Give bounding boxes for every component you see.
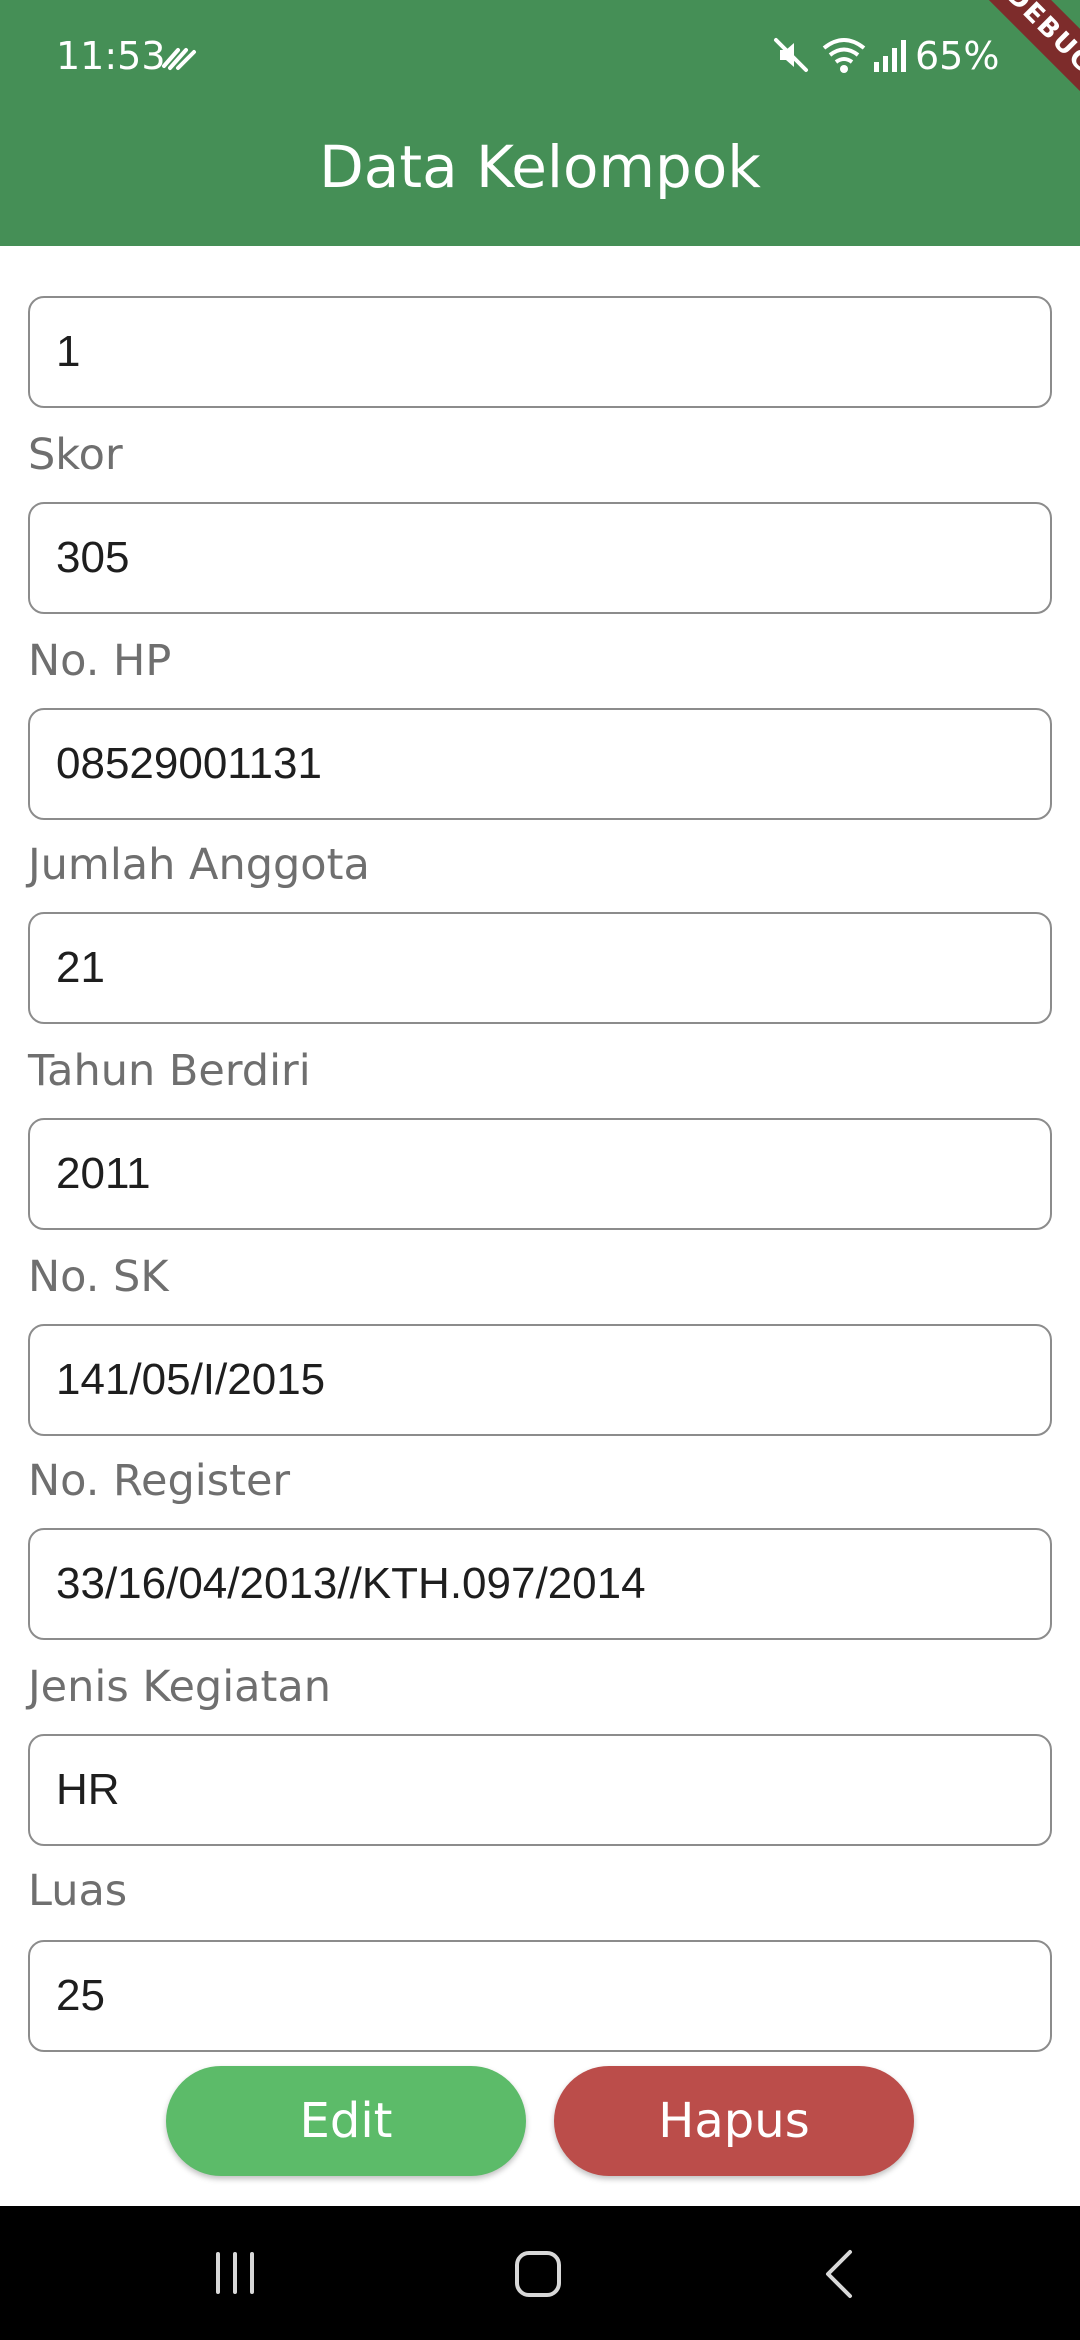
no-sk-field[interactable]: 141/05/I/2015 <box>28 1324 1052 1436</box>
jenis-kegiatan-field[interactable]: HR <box>28 1734 1052 1846</box>
edit-button[interactable]: Edit <box>166 2066 526 2176</box>
recent-apps-icon[interactable] <box>210 2248 260 2298</box>
luas-field[interactable]: 25 <box>28 1940 1052 2052</box>
system-nav-bar <box>0 2206 1080 2340</box>
no-register-field-value: 33/16/04/2013//KTH.097/2014 <box>56 1559 646 1608</box>
luas-label: Luas <box>28 1866 128 1916</box>
tahun-berdiri-label: Tahun Berdiri <box>28 1046 311 1096</box>
tahun-berdiri-field[interactable]: 2011 <box>28 1118 1052 1230</box>
app-bar: 11:53 65% Data Kelompok DEBUG <box>0 0 1080 246</box>
page-title: Data Kelompok <box>319 133 761 201</box>
skor-field-value: 305 <box>56 533 130 582</box>
form-content: 1 Skor 305 No. HP 08529001131 Jumlah Ang… <box>0 246 1080 2206</box>
mute-icon <box>774 38 808 72</box>
luas-field-value: 25 <box>56 1971 105 2020</box>
cellular-icon <box>874 40 906 72</box>
jenis-kegiatan-label: Jenis Kegiatan <box>28 1662 331 1712</box>
wifi-icon <box>822 38 866 73</box>
id-field[interactable]: 1 <box>28 296 1052 408</box>
skor-label: Skor <box>28 430 123 480</box>
no-register-field[interactable]: 33/16/04/2013//KTH.097/2014 <box>28 1528 1052 1640</box>
no-hp-field-value: 08529001131 <box>56 739 322 788</box>
id-field-value: 1 <box>56 327 81 376</box>
no-register-label: No. Register <box>28 1456 291 1506</box>
jenis-kegiatan-field-value: HR <box>56 1765 120 1814</box>
no-sk-field-value: 141/05/I/2015 <box>56 1355 326 1404</box>
no-hp-field[interactable]: 08529001131 <box>28 708 1052 820</box>
hapus-button[interactable]: Hapus <box>554 2066 914 2176</box>
home-icon[interactable] <box>512 2248 564 2300</box>
jumlah-anggota-field-value: 21 <box>56 943 105 992</box>
jumlah-anggota-field[interactable]: 21 <box>28 912 1052 1024</box>
tahun-berdiri-field-value: 2011 <box>56 1149 151 1198</box>
no-sk-label: No. SK <box>28 1252 169 1302</box>
no-hp-label: No. HP <box>28 636 172 686</box>
battery-percentage: 65% <box>915 34 1000 78</box>
back-icon[interactable] <box>820 2248 860 2300</box>
status-time: 11:53 <box>56 34 166 78</box>
signal-glyph-icon <box>162 48 196 70</box>
jumlah-anggota-label: Jumlah Anggota <box>28 840 370 890</box>
skor-field[interactable]: 305 <box>28 502 1052 614</box>
